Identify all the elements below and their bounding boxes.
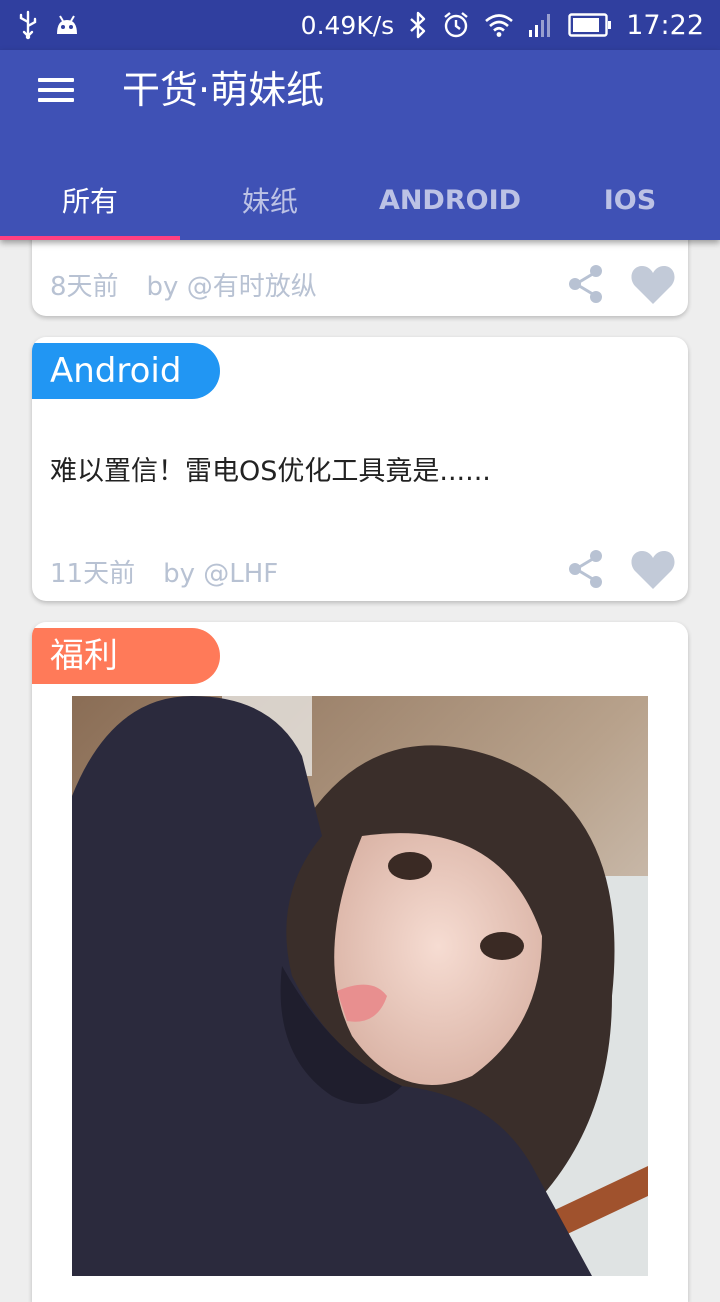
android-debug-icon — [54, 14, 80, 36]
heart-icon[interactable] — [630, 549, 676, 591]
alarm-icon — [442, 11, 470, 39]
tab-android[interactable]: ANDROID — [360, 160, 540, 240]
post-time: 11天前 — [50, 559, 136, 589]
card-meta: 8天前 by @有时放纵 — [50, 266, 317, 303]
menu-icon[interactable] — [28, 70, 84, 110]
signal-icon — [528, 12, 554, 38]
share-icon[interactable] — [564, 262, 608, 306]
post-author: by @有时放纵 — [146, 272, 317, 302]
battery-icon — [568, 13, 612, 37]
post-title[interactable]: 难以置信！雷电OS优化工具竟是...... — [50, 449, 491, 488]
feed-card[interactable]: 福利 — [32, 622, 688, 1302]
post-author: by @LHF — [163, 559, 279, 589]
usb-icon — [16, 10, 40, 40]
feed-card[interactable]: Android 难以置信！雷电OS优化工具竟是...... 11天前 by @LH… — [32, 337, 688, 601]
category-tag: Android — [32, 343, 220, 399]
bluetooth-icon — [408, 11, 428, 39]
tab-all[interactable]: 所有 — [0, 160, 180, 240]
wifi-icon — [484, 13, 514, 37]
heart-icon[interactable] — [630, 264, 676, 306]
tab-ios[interactable]: IOS — [540, 160, 720, 240]
tab-bar: 所有 妹纸 ANDROID IOS — [0, 160, 720, 240]
category-tag: 福利 — [32, 628, 220, 684]
tab-girls[interactable]: 妹纸 — [180, 160, 360, 240]
clock-time: 17:22 — [626, 9, 704, 41]
girl-photo[interactable] — [72, 696, 648, 1276]
post-time: 8天前 — [50, 272, 119, 302]
app-bar: 干货·萌妹纸 所有 妹纸 ANDROID IOS — [0, 50, 720, 240]
card-meta: 11天前 by @LHF — [50, 553, 278, 590]
network-speed: 0.49K/s — [300, 10, 395, 40]
share-icon[interactable] — [564, 547, 608, 591]
app-title: 干货·萌妹纸 — [122, 68, 325, 112]
status-bar: 0.49K/s 17:22 — [0, 0, 720, 50]
